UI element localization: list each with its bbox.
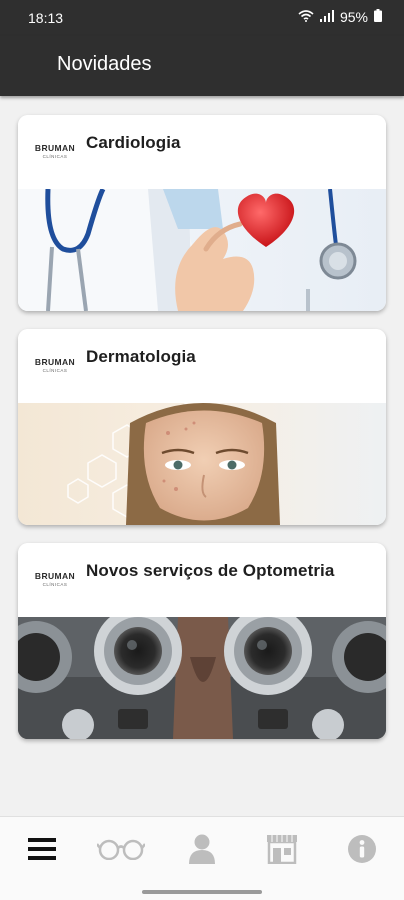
nav-menu[interactable] [20,833,64,869]
bruman-logo: BRUMAN CLÍNICAS [34,571,76,587]
news-card-title: Novos serviços de Optometria [86,561,335,580]
news-list[interactable]: BRUMAN CLÍNICAS Cardiologia BRUMAN CLÍNI… [0,97,404,815]
bruman-logo: BRUMAN CLÍNICAS [34,357,76,373]
bruman-logo: BRUMAN CLÍNICAS [34,143,76,159]
battery-icon [374,9,382,25]
bottom-navigation [0,816,404,900]
battery-percent: 95% [339,9,368,25]
app-bar: Novidades [0,36,404,96]
glasses-icon [96,838,146,865]
home-indicator[interactable] [142,890,262,894]
news-card-cardiology[interactable]: BRUMAN CLÍNICAS Cardiologia [18,115,386,311]
page-title: Novidades [57,53,152,75]
card-header: BRUMAN CLÍNICAS Cardiologia [18,115,386,189]
news-card-title: Dermatologia [86,347,196,366]
cardiology-image [18,189,386,311]
nav-profile[interactable] [180,833,224,869]
news-card-dermatology[interactable]: BRUMAN CLÍNICAS Dermatologia [18,329,386,525]
news-card-optometry[interactable]: BRUMAN CLÍNICAS Novos serviços de Optome… [18,543,386,739]
optometry-image [18,617,386,739]
card-header: BRUMAN CLÍNICAS Dermatologia [18,329,386,403]
status-icons: 95% [298,9,382,25]
news-card-title: Cardiologia [86,133,181,152]
nav-info[interactable] [340,833,384,869]
dermatology-image [18,403,386,525]
status-time: 18:13 [28,10,64,26]
signal-icon [319,9,334,25]
nav-store[interactable] [260,833,304,869]
person-icon [189,834,215,869]
status-bar: 18:13 95% [0,0,404,36]
menu-icon [28,837,56,866]
nav-optics[interactable] [96,833,146,869]
wifi-icon [298,9,314,25]
store-icon [266,834,298,869]
card-header: BRUMAN CLÍNICAS Novos serviços de Optome… [18,543,386,617]
info-icon [347,834,377,869]
